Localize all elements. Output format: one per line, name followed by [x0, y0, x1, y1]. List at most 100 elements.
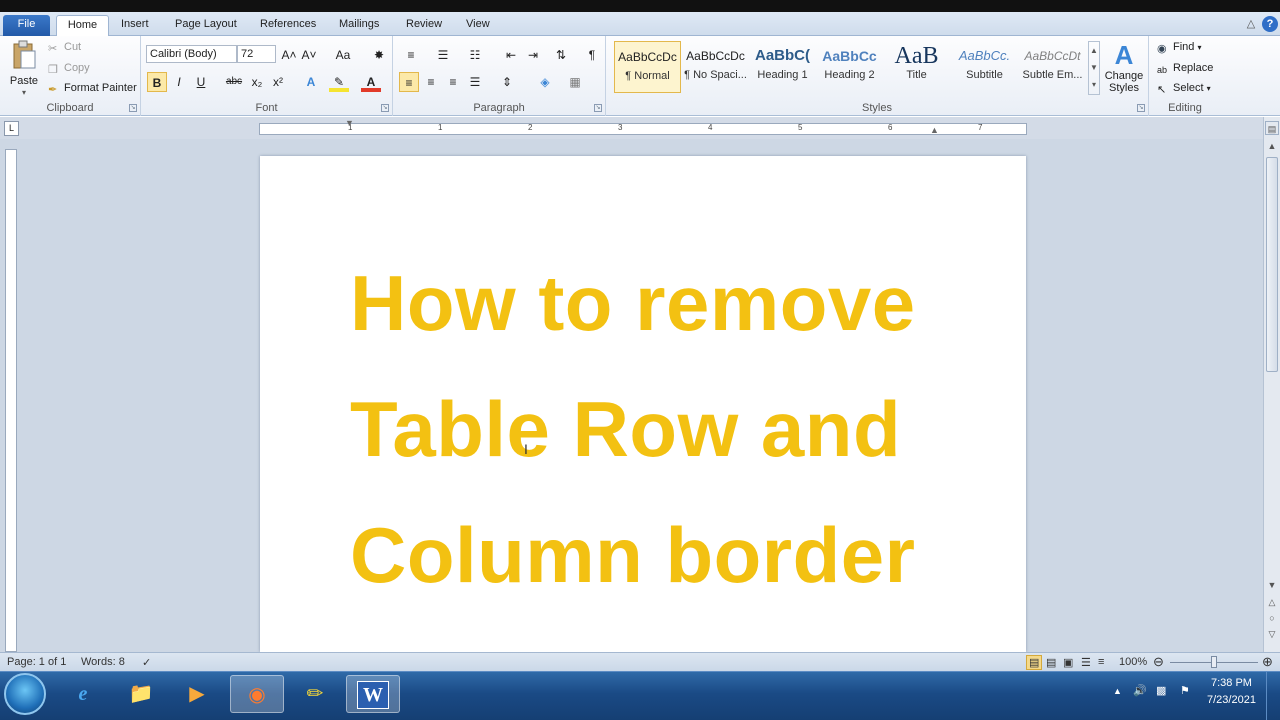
align-center-icon[interactable]: ≡: [421, 72, 441, 92]
heading-line-1[interactable]: How to remove: [350, 258, 916, 349]
heading-line-2[interactable]: Table Row and: [350, 384, 901, 475]
copy-button[interactable]: ❐ Copy: [48, 60, 90, 76]
print-layout-icon[interactable]: ▤: [1026, 655, 1043, 670]
styles-scroll-icon[interactable]: ▲ ▼ ▾: [1088, 41, 1100, 95]
style-heading-2[interactable]: AaBbCc Heading 2: [816, 41, 883, 93]
style-no-spacing[interactable]: AaBbCcDc ¶ No Spaci...: [682, 41, 749, 93]
scroll-up-icon[interactable]: ▲: [1265, 139, 1279, 153]
network-icon[interactable]: ▩: [1156, 684, 1166, 697]
sort-icon[interactable]: ⇅: [551, 45, 571, 65]
pencil-app-icon[interactable]: ✏: [288, 675, 342, 713]
vertical-ruler[interactable]: [5, 149, 17, 652]
subscript-button[interactable]: x₂: [247, 72, 267, 92]
show-hidden-icons[interactable]: ▲: [1113, 686, 1122, 696]
word-icon[interactable]: W: [346, 675, 400, 713]
align-left-icon[interactable]: ≡: [399, 72, 419, 92]
style-subtle-emphasis[interactable]: AaBbCcDt Subtle Em...: [1019, 41, 1086, 93]
tab-selector-icon[interactable]: L: [4, 121, 19, 136]
borders-icon[interactable]: ▦: [565, 72, 585, 92]
replace-button[interactable]: ab Replace: [1157, 60, 1213, 76]
clipboard-launcher-icon[interactable]: ↘: [129, 104, 137, 112]
tab-home[interactable]: Home: [56, 15, 109, 36]
bold-button[interactable]: B: [147, 72, 167, 92]
font-name-box[interactable]: Calibri (Body): [146, 45, 237, 63]
zoom-in-icon[interactable]: ⊕: [1262, 654, 1273, 670]
font-color-icon[interactable]: A: [361, 72, 381, 92]
document-page[interactable]: How to remove Table Row and Column borde…: [260, 156, 1026, 652]
tab-mailings[interactable]: Mailings: [331, 15, 387, 36]
align-right-icon[interactable]: ≡: [443, 72, 463, 92]
zoom-slider-thumb[interactable]: [1211, 656, 1217, 668]
scroll-thumb[interactable]: [1266, 157, 1278, 372]
clock-time[interactable]: 7:38 PM: [1211, 677, 1252, 689]
bullets-icon[interactable]: ≡: [401, 45, 421, 65]
change-styles-button[interactable]: A Change Styles: [1104, 40, 1144, 94]
minimize-ribbon-icon[interactable]: △: [1243, 16, 1259, 32]
media-player-icon[interactable]: ▶: [170, 675, 224, 713]
line-spacing-icon[interactable]: ⇕: [497, 72, 517, 92]
style-normal[interactable]: AaBbCcDc ¶ Normal: [614, 41, 681, 93]
increase-indent-icon[interactable]: ⇥: [523, 45, 543, 65]
show-hide-button[interactable]: ¶: [582, 45, 602, 65]
clock-date[interactable]: 7/23/2021: [1207, 694, 1256, 706]
ruler-toggle-icon[interactable]: ▤: [1265, 121, 1279, 135]
tab-insert[interactable]: Insert: [113, 15, 157, 36]
tab-view[interactable]: View: [458, 15, 498, 36]
indent-marker-icon[interactable]: ▼: [345, 118, 354, 128]
underline-button[interactable]: U: [191, 72, 211, 92]
draft-icon[interactable]: ≡: [1098, 656, 1104, 668]
zoom-out-icon[interactable]: ⊖: [1153, 654, 1164, 670]
change-case-button[interactable]: Aa: [330, 45, 356, 65]
text-effects-icon[interactable]: A: [301, 72, 321, 92]
style-title[interactable]: AaB Title: [883, 41, 950, 93]
vertical-scrollbar[interactable]: ▤ ▲ ▼ △ ○ ▽: [1263, 117, 1280, 652]
multilevel-list-icon[interactable]: ☷: [465, 45, 485, 65]
word-count[interactable]: Words: 8: [81, 656, 125, 668]
tab-review[interactable]: Review: [398, 15, 450, 36]
page-count[interactable]: Page: 1 of 1: [7, 656, 66, 668]
shading-icon[interactable]: ◈: [535, 72, 555, 92]
shrink-font-button[interactable]: A˅: [299, 45, 319, 65]
right-indent-icon[interactable]: ▲: [930, 125, 939, 135]
format-painter-button[interactable]: ✒ Format Painter: [48, 80, 137, 96]
horizontal-ruler[interactable]: 1 1 2 3 4 5 6 7 ▼ ▲: [259, 118, 1027, 135]
tab-page-layout[interactable]: Page Layout: [167, 15, 245, 36]
superscript-button[interactable]: x²: [268, 72, 288, 92]
paste-button[interactable]: Paste ▾: [8, 40, 40, 97]
web-layout-icon[interactable]: ▣: [1063, 656, 1073, 669]
paragraph-launcher-icon[interactable]: ↘: [594, 104, 602, 112]
internet-explorer-icon[interactable]: e: [56, 675, 110, 713]
justify-icon[interactable]: ☰: [465, 72, 485, 92]
previous-page-icon[interactable]: △: [1265, 595, 1279, 609]
action-center-icon[interactable]: ⚑: [1180, 684, 1190, 697]
decrease-indent-icon[interactable]: ⇤: [501, 45, 521, 65]
clear-formatting-icon[interactable]: ✸: [369, 45, 389, 65]
font-launcher-icon[interactable]: ↘: [381, 104, 389, 112]
firefox-icon[interactable]: ◉: [230, 675, 284, 713]
tab-references[interactable]: References: [252, 15, 324, 36]
numbering-icon[interactable]: ☰: [433, 45, 453, 65]
styles-launcher-icon[interactable]: ↘: [1137, 104, 1145, 112]
highlight-icon[interactable]: ✎: [329, 72, 349, 92]
select-button[interactable]: ↖ Select ▾: [1157, 80, 1211, 97]
select-browse-object-icon[interactable]: ○: [1265, 611, 1279, 625]
style-heading-1[interactable]: AaBbC( Heading 1: [749, 41, 816, 93]
zoom-level[interactable]: 100%: [1119, 656, 1147, 668]
volume-icon[interactable]: 🔊: [1133, 684, 1147, 697]
scroll-down-icon[interactable]: ▼: [1265, 578, 1279, 592]
cut-button[interactable]: ✂ Cut: [48, 39, 81, 55]
find-button[interactable]: ◉ Find ▾: [1157, 39, 1201, 56]
outline-icon[interactable]: ☰: [1081, 656, 1091, 669]
proofing-icon[interactable]: ✓: [142, 656, 151, 669]
font-size-box[interactable]: 72: [237, 45, 276, 63]
italic-button[interactable]: I: [169, 72, 189, 92]
help-icon[interactable]: ?: [1262, 16, 1278, 32]
tab-file[interactable]: File: [3, 15, 50, 36]
file-explorer-icon[interactable]: 📁: [114, 675, 168, 713]
show-desktop-button[interactable]: [1266, 672, 1280, 720]
grow-font-button[interactable]: A˄: [279, 45, 299, 65]
start-button[interactable]: [4, 673, 46, 715]
style-subtitle[interactable]: AaBbCc. Subtitle: [951, 41, 1018, 93]
full-screen-reading-icon[interactable]: ▤: [1046, 656, 1056, 669]
next-page-icon[interactable]: ▽: [1265, 627, 1279, 641]
